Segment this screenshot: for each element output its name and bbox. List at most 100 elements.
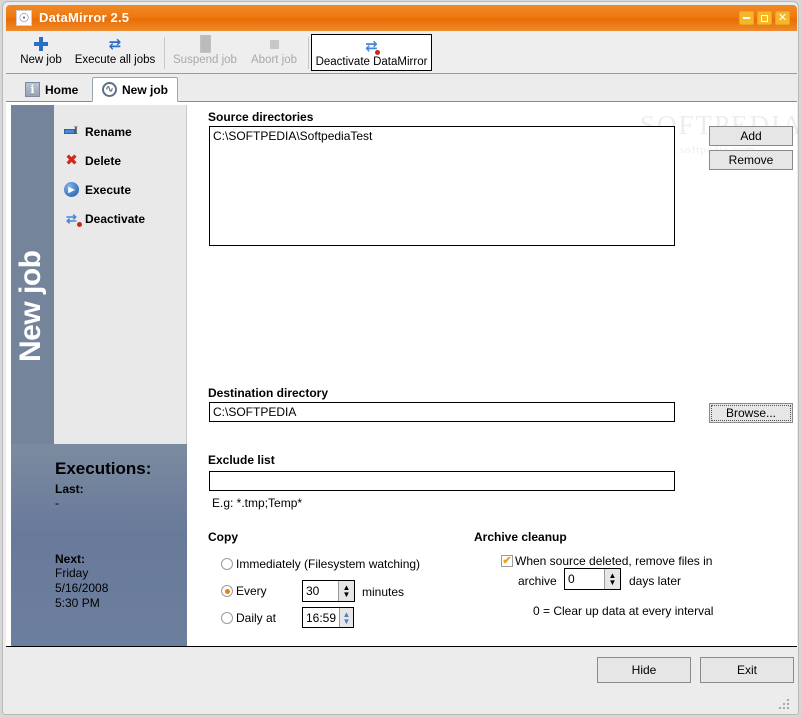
toolbar-deactivate-datamirror[interactable]: ⇄ Deactivate DataMirror bbox=[311, 34, 432, 71]
deactivate-icon: ⇄ bbox=[365, 36, 380, 55]
tab-home-label: Home bbox=[45, 82, 79, 97]
copy-option-immediately[interactable]: Immediately (Filesystem watching) bbox=[221, 557, 420, 571]
interval-minutes-value[interactable]: 30 bbox=[303, 581, 338, 601]
archive-cleanup-checkbox[interactable]: ✔ bbox=[501, 555, 513, 567]
destination-directory-input[interactable]: C:\SOFTPEDIA bbox=[209, 402, 675, 422]
sidebar-item-delete-label: Delete bbox=[85, 153, 122, 168]
source-directories-label: Source directories bbox=[208, 110, 314, 124]
job-settings-panel: SOFTPEDIA www.softpedia.com Source direc… bbox=[188, 102, 798, 646]
info-icon: i bbox=[25, 82, 40, 97]
archive-days-stepper[interactable]: 0 ▲ ▼ bbox=[564, 568, 621, 590]
executions-last-label: Last: bbox=[55, 482, 84, 496]
sidebar-vertical-title: New job bbox=[14, 250, 47, 362]
daily-time-value[interactable]: 16:59 bbox=[303, 608, 339, 627]
toolbar-new-job[interactable]: New job bbox=[13, 33, 69, 72]
archive-cleanup-text-line1: When source deleted, remove files in bbox=[515, 554, 713, 568]
resize-grip-icon[interactable] bbox=[779, 697, 791, 709]
rename-icon bbox=[63, 124, 80, 140]
stop-square-icon bbox=[269, 35, 279, 53]
sidebar-top: New job Rename ✖ Delete ▶ Ex bbox=[11, 105, 187, 444]
destination-directory-label: Destination directory bbox=[208, 386, 329, 400]
exclude-list-hint: E.g: *.tmp;Temp* bbox=[212, 496, 303, 510]
sidebar-actions: Rename ✖ Delete ▶ Execute ⇄ Deactivate bbox=[63, 117, 183, 233]
executions-next-label: Next: bbox=[55, 552, 86, 566]
toolbar-new-job-label: New job bbox=[20, 54, 62, 66]
toolbar-abort-job[interactable]: Abort job bbox=[244, 33, 304, 72]
toolbar-separator-2 bbox=[308, 37, 309, 69]
main-toolbar: New job ⇄ Execute all jobs ▐▌ Suspend jo… bbox=[6, 31, 797, 74]
tab-new-job-label: New job bbox=[122, 82, 169, 97]
archive-days-suffix: days later bbox=[629, 574, 682, 588]
delete-x-icon: ✖ bbox=[65, 151, 78, 169]
copy-option-daily-label: Daily at bbox=[236, 611, 277, 625]
executions-next-day: Friday bbox=[55, 566, 89, 580]
window-frame: ☉ DataMirror 2.5 ✕ New job ⇄ Execute all… bbox=[2, 1, 799, 715]
pause-icon: ▐▌ bbox=[194, 34, 216, 53]
maximize-button[interactable] bbox=[757, 11, 772, 25]
list-item[interactable]: C:\SOFTPEDIA\SoftpediaTest bbox=[213, 129, 671, 143]
sidebar-item-deactivate-label: Deactivate bbox=[85, 211, 146, 226]
tab-strip: i Home ∿ New job bbox=[6, 74, 797, 102]
window-title: DataMirror 2.5 bbox=[39, 10, 130, 25]
sidebar-item-delete[interactable]: ✖ Delete bbox=[63, 146, 183, 175]
sidebar-item-execute-label: Execute bbox=[85, 182, 132, 197]
sidebar-item-rename[interactable]: Rename bbox=[63, 117, 183, 146]
source-directories-list[interactable]: C:\SOFTPEDIA\SoftpediaTest bbox=[209, 126, 675, 246]
copy-option-every[interactable]: Every bbox=[221, 584, 267, 598]
sidebar-item-execute[interactable]: ▶ Execute bbox=[63, 175, 183, 204]
remove-source-button[interactable]: Remove bbox=[709, 150, 793, 170]
refresh-arrows-icon: ⇄ bbox=[108, 34, 122, 53]
tab-home[interactable]: i Home bbox=[16, 77, 87, 102]
daily-time-stepper-arrows[interactable]: ▲ ▼ bbox=[339, 608, 353, 627]
job-sidebar: New job Rename ✖ Delete ▶ Ex bbox=[11, 105, 187, 646]
executions-next-date: 5/16/2008 bbox=[55, 581, 109, 595]
toolbar-suspend-job-label: Suspend job bbox=[173, 54, 237, 66]
interval-unit-label: minutes bbox=[362, 585, 405, 599]
daily-time-stepper[interactable]: 16:59 ▲ ▼ bbox=[302, 607, 354, 628]
radio-immediately[interactable] bbox=[221, 558, 233, 570]
radio-daily-at[interactable] bbox=[221, 612, 233, 624]
archive-days-prefix: archive bbox=[518, 574, 557, 588]
exclude-list-input[interactable] bbox=[209, 471, 675, 491]
browse-button[interactable]: Browse... bbox=[709, 403, 793, 423]
archive-days-stepper-arrows[interactable]: ▲ ▼ bbox=[604, 569, 620, 589]
copy-group-label: Copy bbox=[208, 530, 238, 544]
minimize-button[interactable] bbox=[739, 11, 754, 25]
toolbar-suspend-job[interactable]: ▐▌ Suspend job bbox=[166, 33, 244, 72]
app-logo-glyph: ☉ bbox=[18, 11, 30, 25]
tab-new-job[interactable]: ∿ New job bbox=[92, 77, 179, 102]
exit-button[interactable]: Exit bbox=[700, 657, 794, 683]
executions-last-value: - bbox=[55, 496, 59, 510]
executions-panel: Executions: Last: - Next: Friday 5/16/20… bbox=[11, 444, 187, 646]
stepper-down-icon[interactable]: ▼ bbox=[343, 591, 351, 599]
executions-title: Executions: bbox=[55, 459, 152, 478]
copy-option-every-label: Every bbox=[236, 584, 267, 598]
archive-days-value[interactable]: 0 bbox=[565, 569, 604, 589]
stepper-down-icon[interactable]: ▼ bbox=[609, 579, 617, 587]
play-icon: ▶ bbox=[63, 182, 80, 198]
archive-cleanup-label: Archive cleanup bbox=[474, 530, 567, 544]
toolbar-separator bbox=[164, 37, 165, 69]
sidebar-vertical-banner: New job bbox=[11, 105, 54, 444]
archive-cleanup-note: 0 = Clear up data at every interval bbox=[533, 604, 714, 618]
body-area: New job Rename ✖ Delete ▶ Ex bbox=[6, 102, 798, 646]
radio-every[interactable] bbox=[221, 585, 233, 597]
circle-wave-icon: ∿ bbox=[102, 82, 117, 97]
close-button[interactable]: ✕ bbox=[775, 11, 790, 25]
plus-icon bbox=[34, 35, 48, 53]
application-window: ☉ DataMirror 2.5 ✕ New job ⇄ Execute all… bbox=[0, 0, 801, 718]
executions-next-time: 5:30 PM bbox=[55, 596, 100, 610]
archive-cleanup-checkbox-row[interactable]: ✔ When source deleted, remove files in bbox=[501, 554, 712, 568]
add-source-button[interactable]: Add bbox=[709, 126, 793, 146]
toolbar-execute-all-jobs[interactable]: ⇄ Execute all jobs bbox=[69, 33, 161, 72]
footer-bar: Hide Exit bbox=[6, 646, 797, 692]
copy-option-immediately-label: Immediately (Filesystem watching) bbox=[236, 557, 421, 571]
stepper-down-icon[interactable]: ▼ bbox=[343, 617, 351, 625]
interval-minutes-stepper[interactable]: 30 ▲ ▼ bbox=[302, 580, 355, 602]
sidebar-item-deactivate[interactable]: ⇄ Deactivate bbox=[63, 204, 183, 233]
hide-button[interactable]: Hide bbox=[597, 657, 691, 683]
copy-option-daily[interactable]: Daily at bbox=[221, 611, 276, 625]
title-bar: ☉ DataMirror 2.5 ✕ bbox=[6, 5, 797, 31]
window-controls: ✕ bbox=[739, 11, 790, 25]
interval-stepper-arrows[interactable]: ▲ ▼ bbox=[338, 581, 354, 601]
